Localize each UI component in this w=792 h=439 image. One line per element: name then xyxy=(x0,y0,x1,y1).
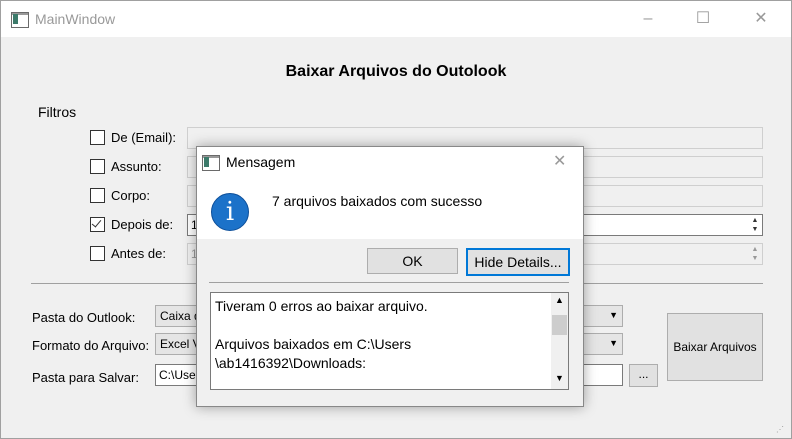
outlook-folder-value: Caixa d xyxy=(160,309,201,323)
message-dialog: Mensagem ✕ 7 arquivos baixados com suces… xyxy=(196,146,584,407)
label-subject: Assunto: xyxy=(111,159,162,174)
checkbox-after-date[interactable] xyxy=(90,217,105,232)
checkbox-body[interactable] xyxy=(90,188,105,203)
hide-details-button[interactable]: Hide Details... xyxy=(466,248,570,276)
dialog-app-icon xyxy=(202,155,220,171)
page-title: Baixar Arquivos do Outolook xyxy=(285,63,507,80)
dialog-title: Mensagem xyxy=(226,154,296,170)
label-body: Corpo: xyxy=(111,188,151,203)
title-bar: MainWindow – ☐ ✕ xyxy=(1,1,791,37)
chevron-down-icon: ▼ xyxy=(609,338,618,348)
download-files-button[interactable]: Baixar Arquivos xyxy=(667,313,763,381)
save-folder-label: Pasta para Salvar: xyxy=(32,370,139,385)
chevron-up-icon[interactable]: ▲ xyxy=(555,295,564,305)
checkbox-subject[interactable] xyxy=(90,159,105,174)
details-scrollbar[interactable]: ▲ ▼ xyxy=(551,293,568,389)
file-format-label: Formato do Arquivo: xyxy=(32,338,150,353)
browse-button[interactable]: ... xyxy=(629,364,658,387)
label-from-email: De (Email): xyxy=(111,130,177,145)
dialog-close-button[interactable]: ✕ xyxy=(553,151,566,171)
ok-button[interactable]: OK xyxy=(367,248,458,274)
label-before-date: Antes de: xyxy=(111,246,166,261)
checkbox-before-date[interactable] xyxy=(90,246,105,261)
label-after-date: Depois de: xyxy=(111,217,174,232)
scrollbar-thumb[interactable] xyxy=(552,315,567,335)
chevron-down-icon: ▼ xyxy=(609,310,618,320)
window-title: MainWindow xyxy=(35,11,116,27)
chevron-down-icon[interactable]: ▼ xyxy=(555,373,564,383)
after-date-spinner[interactable]: ▲ ▼ xyxy=(750,216,760,234)
filters-group-label: Filtros xyxy=(38,104,77,120)
outlook-folder-label: Pasta do Outlook: xyxy=(32,310,136,325)
app-icon xyxy=(11,12,29,28)
maximize-button[interactable]: ☐ xyxy=(688,7,718,31)
file-format-value: Excel V xyxy=(160,337,201,351)
save-folder-value: C:\Use xyxy=(159,368,196,382)
dialog-separator xyxy=(209,282,569,283)
close-button[interactable]: ✕ xyxy=(746,7,776,31)
information-icon xyxy=(211,193,249,231)
details-text-area[interactable]: Tiveram 0 erros ao baixar arquivo. Arqui… xyxy=(210,292,569,390)
checkbox-from-email[interactable] xyxy=(90,130,105,145)
resize-grip[interactable]: ⋰ xyxy=(776,425,784,434)
dialog-header-area: Mensagem ✕ 7 arquivos baixados com suces… xyxy=(197,147,583,239)
details-text: Tiveram 0 erros ao baixar arquivo. Arqui… xyxy=(215,298,428,371)
dialog-message: 7 arquivos baixados com sucesso xyxy=(272,193,483,209)
minimize-button[interactable]: – xyxy=(633,7,663,31)
before-date-spinner[interactable]: ▲ ▼ xyxy=(750,245,760,263)
